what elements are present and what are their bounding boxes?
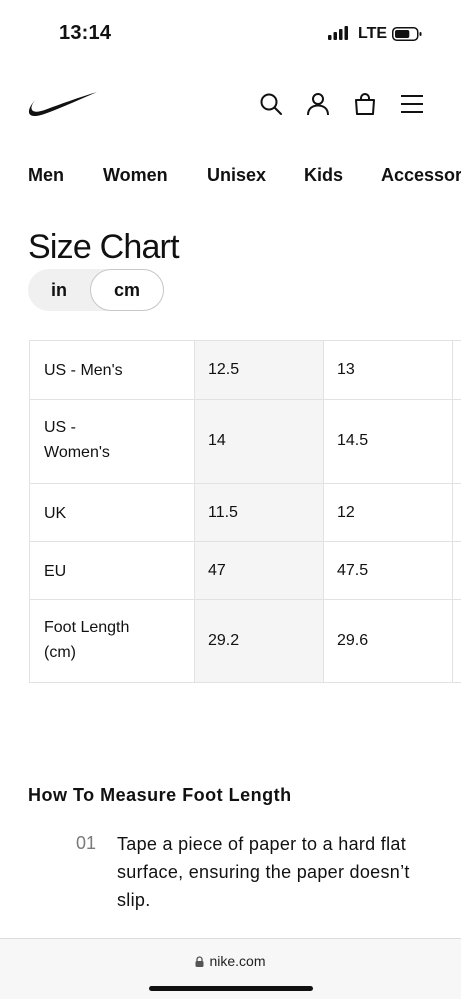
site-header [0, 80, 461, 130]
table-row: UK 11.5 12 [30, 484, 461, 541]
table-row: Foot Length (cm) 29.2 29.6 [30, 600, 461, 682]
nav-item-kids[interactable]: Kids [304, 165, 343, 186]
url-text: nike.com [209, 953, 266, 969]
table-cell: 11.5 [208, 504, 238, 521]
nav-item-unisex[interactable]: Unisex [207, 165, 266, 186]
nike-swoosh-icon[interactable] [28, 90, 98, 118]
nav-item-men[interactable]: Men [28, 165, 64, 186]
category-nav: Men Women Unisex Kids Accessories [0, 160, 461, 192]
table-cell: 13 [337, 361, 355, 378]
home-indicator[interactable] [149, 986, 313, 991]
howto-title: How To Measure Foot Length [28, 785, 292, 805]
step-text: Tape a piece of paper to a hard flat sur… [117, 834, 410, 910]
address-bar[interactable]: nike.com [0, 953, 461, 969]
menu-icon[interactable] [399, 91, 425, 117]
table-row: EU 47 47.5 [30, 542, 461, 599]
network-label: LTE [358, 25, 388, 42]
nav-item-accessories[interactable]: Accessories [381, 165, 461, 186]
unit-option-in[interactable]: in [28, 269, 90, 311]
step-number: 01 [76, 833, 97, 853]
table-row: US - Women's 14 14.5 [30, 400, 461, 483]
row-label: US - Men's [44, 362, 123, 379]
table-cell: 12 [337, 504, 355, 521]
row-label: Foot Length (cm) [44, 619, 130, 661]
table-cell: 14 [208, 432, 226, 449]
table-cell: 47 [208, 562, 226, 579]
table-cell: 12.5 [208, 361, 240, 378]
account-icon[interactable] [305, 91, 331, 117]
bag-icon[interactable] [352, 91, 378, 117]
status-time: 13:14 [59, 22, 112, 44]
row-label: EU [44, 563, 67, 580]
status-bar: 13:14 LTE [0, 0, 461, 60]
unit-toggle: in cm [28, 269, 164, 311]
table-cell: 29.6 [337, 632, 369, 649]
row-label: US - Women's [44, 419, 110, 461]
search-icon[interactable] [258, 91, 284, 117]
browser-bar: nike.com [0, 938, 461, 999]
table-cell: 29.2 [208, 632, 240, 649]
table-row: US - Men's 12.5 13 [30, 341, 461, 399]
unit-option-cm[interactable]: cm [90, 269, 164, 311]
table-cell: 47.5 [337, 562, 369, 579]
page-title: Size Chart [28, 228, 180, 266]
lock-icon [195, 956, 204, 967]
signal-icon [328, 26, 348, 40]
table-cell: 14.5 [337, 432, 369, 449]
battery-icon [392, 27, 422, 41]
size-table: US - Men's 12.5 13 US - Women's 14 14.5 … [29, 340, 461, 683]
row-label: UK [44, 505, 67, 522]
nav-item-women[interactable]: Women [103, 165, 168, 186]
